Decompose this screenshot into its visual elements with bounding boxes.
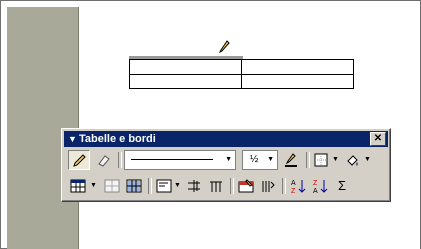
pencil-cursor-icon: [218, 40, 230, 54]
chevron-down-icon: ▼: [225, 156, 232, 163]
table-cell[interactable]: [241, 73, 354, 89]
distribute-columns-icon: [210, 181, 222, 192]
split-cells-icon: [126, 179, 142, 193]
sort-ascending-button[interactable]: A Z: [288, 176, 308, 196]
eraser-icon: [98, 155, 110, 167]
autosum-icon: Σ: [337, 178, 347, 193]
border-color-icon: [285, 153, 297, 167]
chevron-down-icon[interactable]: ▼: [174, 176, 181, 196]
distribute-rows-button[interactable]: [184, 176, 204, 196]
line-style-preview: [131, 159, 213, 160]
autosum-button[interactable]: Σ: [332, 176, 352, 196]
sort-descending-icon: Z A: [313, 180, 328, 194]
distribute-columns-button[interactable]: [206, 176, 226, 196]
align-button[interactable]: ▼: [154, 176, 182, 196]
shading-color-icon: [347, 155, 358, 166]
table-autoformat-icon: [238, 179, 254, 193]
table-row: [129, 73, 354, 89]
merge-cells-button[interactable]: [102, 176, 122, 196]
chevron-down-icon[interactable]: ▼: [364, 150, 371, 170]
toolbar-title: Tabelle e bordi: [79, 133, 156, 145]
insert-table-icon: [70, 179, 86, 193]
chevron-down-icon: ▼: [267, 156, 274, 163]
svg-text:Z: Z: [291, 188, 296, 194]
outside-border-button[interactable]: ▼: [312, 150, 342, 170]
line-width-dropdown[interactable]: ½ ▼: [242, 150, 278, 170]
toolbar-row-2: ▼ ▼ A Z Z A Σ: [64, 175, 388, 197]
table-cell[interactable]: [241, 59, 354, 75]
toolbar-row-1: ▼ ½ ▼ ▼ ▼: [64, 149, 388, 171]
shading-color-button[interactable]: ▼: [344, 150, 374, 170]
toolbar-menu-arrow[interactable]: ▼: [68, 131, 77, 147]
line-style-dropdown[interactable]: ▼: [124, 150, 236, 170]
table-cell[interactable]: [129, 59, 242, 75]
toolbar-titlebar[interactable]: ▼ Tabelle e bordi ✕: [64, 131, 388, 147]
line-width-value: ½: [250, 154, 259, 165]
change-text-direction-button[interactable]: [258, 176, 278, 196]
sort-descending-button[interactable]: Z A: [310, 176, 330, 196]
outside-border-icon: [314, 153, 328, 167]
separator: [306, 152, 310, 168]
merge-cells-icon: [104, 179, 120, 193]
sort-ascending-icon: A Z: [291, 180, 306, 194]
svg-text:A: A: [313, 188, 318, 194]
separator: [118, 152, 122, 168]
svg-text:Z: Z: [313, 180, 318, 187]
draw-table-icon: [73, 154, 86, 167]
chevron-down-icon[interactable]: ▼: [90, 176, 97, 196]
distribute-rows-icon: [188, 180, 200, 192]
svg-text:A: A: [291, 180, 296, 187]
table-row: [129, 59, 354, 75]
align-icon: [156, 179, 172, 193]
border-color-button[interactable]: [280, 150, 302, 170]
separator: [282, 178, 286, 194]
close-button[interactable]: ✕: [370, 132, 386, 146]
separator: [148, 178, 152, 194]
table-cell[interactable]: [129, 73, 242, 89]
eraser-button[interactable]: [92, 150, 114, 170]
insert-table-button[interactable]: ▼: [68, 176, 98, 196]
separator: [230, 178, 234, 194]
split-cells-button[interactable]: [124, 176, 144, 196]
draw-table-button[interactable]: [68, 150, 90, 170]
chevron-down-icon[interactable]: ▼: [332, 150, 339, 170]
change-text-direction-icon: [262, 181, 275, 192]
table-autoformat-button[interactable]: [236, 176, 256, 196]
tables-borders-toolbar: ▼ Tabelle e bordi ✕ ▼ ½ ▼ ▼ ▼ ▼ ▼ A Z Z …: [61, 128, 391, 202]
document-table[interactable]: [129, 59, 354, 89]
